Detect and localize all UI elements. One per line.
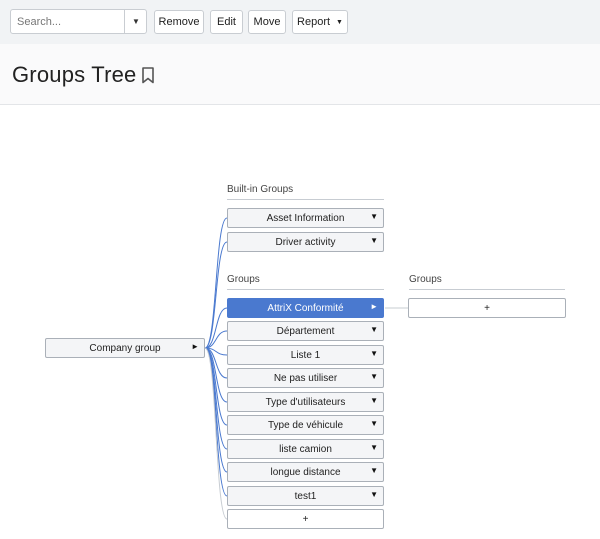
chevron-down-icon[interactable]: ▼ [370, 466, 378, 475]
sub-groups-label: Groups [409, 274, 442, 285]
chevron-down-icon[interactable]: ▼ [370, 212, 378, 221]
chevron-down-icon[interactable]: ▼ [370, 372, 378, 381]
node-label: Ne pas utiliser [273, 372, 338, 384]
chevron-down-icon[interactable]: ▼ [370, 490, 378, 499]
group-node[interactable]: Liste 1 ▼ [227, 345, 384, 365]
chevron-down-icon[interactable]: ▼ [370, 396, 378, 405]
expand-right-icon[interactable]: ► [191, 342, 199, 351]
node-label: Driver activity [275, 236, 336, 248]
chevron-down-icon[interactable]: ▼ [370, 236, 378, 245]
builtin-group-node[interactable]: Asset Information ▼ [227, 208, 384, 228]
node-label: test1 [294, 490, 317, 502]
node-label: longue distance [270, 466, 341, 478]
node-label: Département [276, 325, 335, 337]
group-node[interactable]: longue distance ▼ [227, 462, 384, 482]
chevron-down-icon[interactable]: ▼ [370, 419, 378, 428]
node-label: Type d'utilisateurs [265, 396, 346, 408]
chevron-down-icon[interactable]: ▼ [370, 325, 378, 334]
plus-icon: + [484, 302, 490, 314]
group-node[interactable]: test1 ▼ [227, 486, 384, 506]
root-node-company-group[interactable]: Company group ► [45, 338, 205, 358]
group-node-selected[interactable]: AttriX Conformité ► [227, 298, 384, 318]
builtin-group-node[interactable]: Driver activity ▼ [227, 232, 384, 252]
node-label: Type de véhicule [267, 419, 344, 431]
group-node[interactable]: Ne pas utiliser ▼ [227, 368, 384, 388]
group-node[interactable]: liste camion ▼ [227, 439, 384, 459]
plus-icon: + [302, 513, 309, 525]
node-label: Asset Information [266, 212, 345, 224]
group-node[interactable]: Type d'utilisateurs ▼ [227, 392, 384, 412]
groups-divider [227, 289, 384, 290]
chevron-down-icon[interactable]: ▼ [370, 443, 378, 452]
node-label: Company group [89, 342, 161, 354]
node-label: Liste 1 [290, 349, 321, 361]
connector-line [204, 241, 228, 349]
groups-label: Groups [227, 274, 260, 285]
group-node[interactable]: Département ▼ [227, 321, 384, 341]
builtin-groups-divider [227, 199, 384, 200]
chevron-down-icon[interactable]: ▼ [370, 349, 378, 358]
connector-line [204, 307, 228, 349]
group-node[interactable]: Type de véhicule ▼ [227, 415, 384, 435]
add-sub-group-button[interactable]: + [408, 298, 566, 318]
add-group-button[interactable]: + [227, 509, 384, 529]
node-label: liste camion [279, 443, 332, 455]
expand-right-icon[interactable]: ► [370, 302, 378, 311]
connector-line [204, 347, 228, 473]
builtin-groups-label: Built-in Groups [227, 184, 294, 195]
sub-groups-divider [409, 289, 565, 290]
node-label: AttriX Conformité [267, 302, 344, 314]
